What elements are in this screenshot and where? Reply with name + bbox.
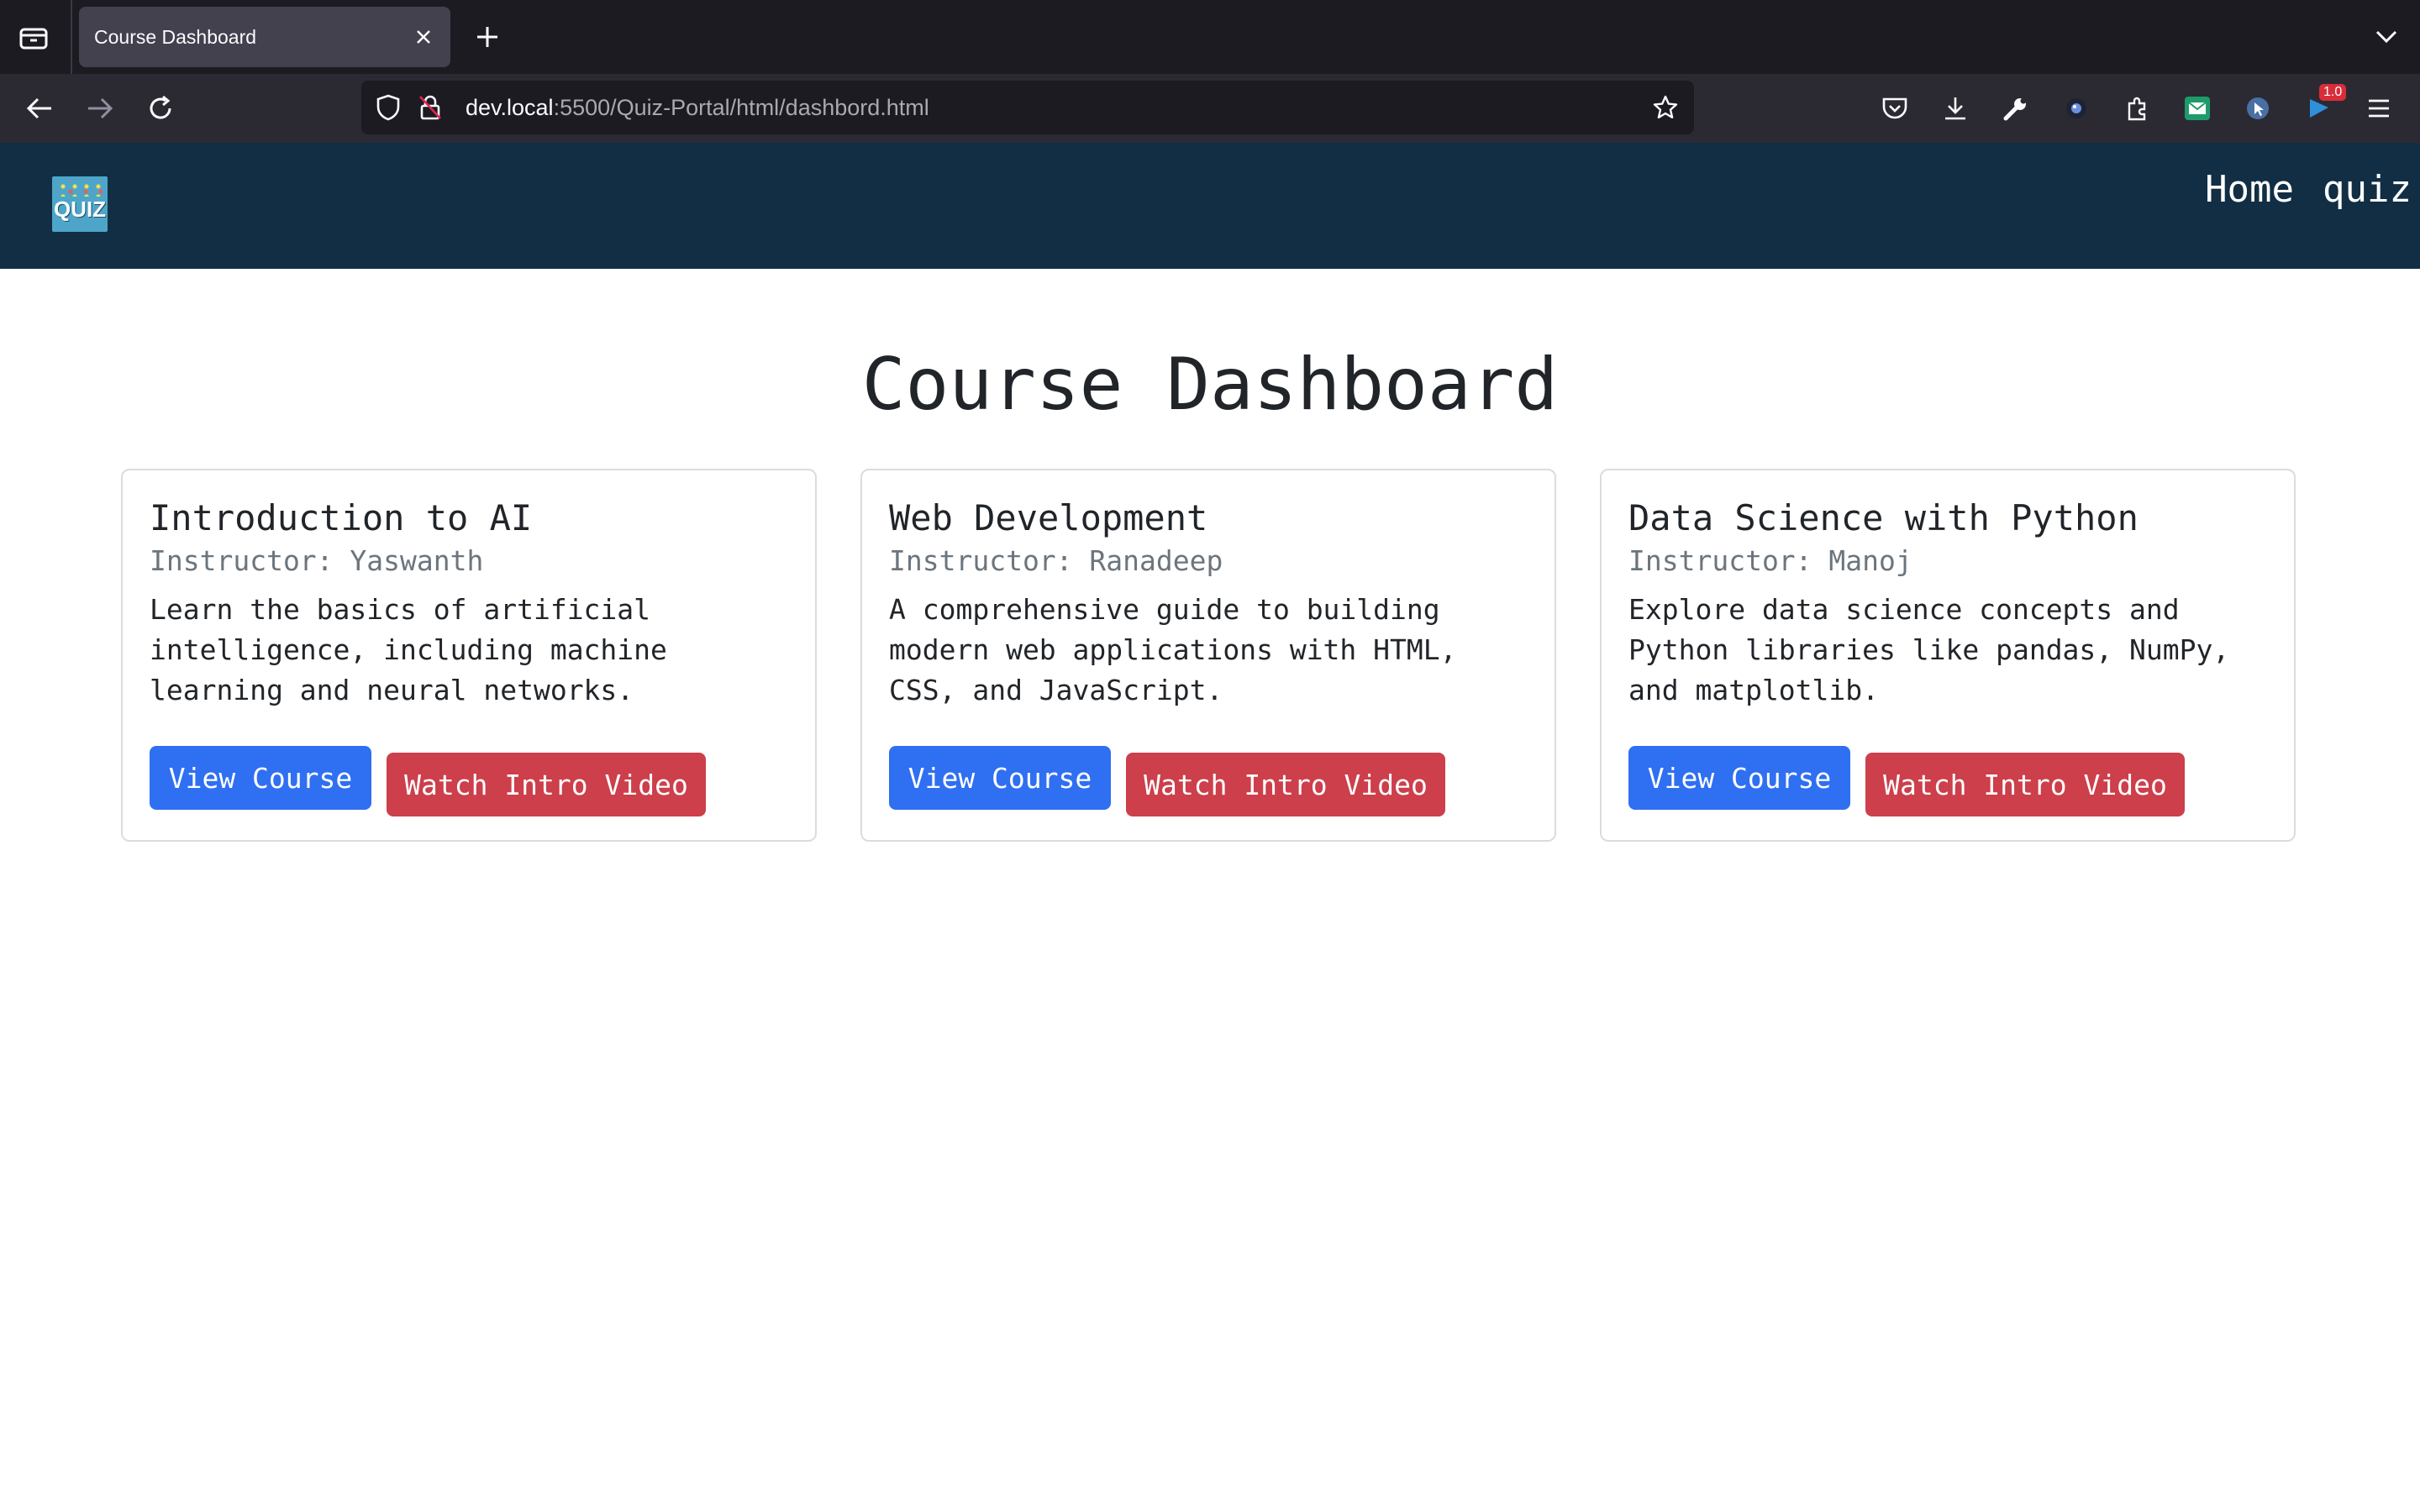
insecure-lock-icon[interactable] (415, 92, 445, 123)
logo-confetti (57, 181, 103, 197)
course-title: Data Science with Python (1628, 497, 2139, 538)
extension-puzzle-icon[interactable] (2118, 89, 2156, 128)
extension-orb-icon[interactable] (2057, 89, 2096, 128)
tab-list-icon[interactable] (17, 20, 50, 54)
active-tab[interactable]: Course Dashboard (79, 7, 450, 67)
course-card: Data Science with Python Instructor: Man… (1600, 469, 2296, 842)
mail-extension-icon[interactable] (2178, 89, 2217, 128)
tab-separator (71, 0, 72, 74)
download-icon[interactable] (1936, 89, 1975, 128)
url-path: :5500/Quiz-Portal/html/dashbord.html (553, 95, 929, 120)
flag-extension-icon[interactable]: 1.0 (2299, 84, 2347, 128)
course-instructor: Instructor: Ranadeep (889, 544, 1223, 577)
close-icon[interactable] (410, 24, 437, 50)
pocket-icon[interactable] (1876, 89, 1914, 128)
watch-intro-video-button[interactable]: Watch Intro Video (387, 753, 706, 816)
site-nav: Home quiz (2205, 168, 2412, 211)
nav-link-quiz[interactable]: quiz (2323, 168, 2412, 211)
quiz-logo[interactable]: QUIZ (52, 176, 108, 232)
view-course-button[interactable]: View Course (1628, 746, 1850, 810)
course-title: Introduction to AI (150, 497, 533, 538)
star-icon[interactable] (1650, 92, 1681, 123)
back-arrow-icon[interactable] (20, 89, 59, 128)
cursor-extension-icon[interactable] (2238, 89, 2277, 128)
course-description: Learn the basics of artificial intellige… (150, 593, 667, 706)
page-title: Course Dashboard (861, 343, 1559, 427)
wrench-icon[interactable] (1996, 89, 2035, 128)
browser-nav-bar: dev.local:5500/Quiz-Portal/html/dashbord… (0, 74, 2420, 143)
watch-intro-video-button[interactable]: Watch Intro Video (1865, 753, 2185, 816)
course-instructor: Instructor: Yaswanth (150, 544, 484, 577)
logo-text: QUIZ (53, 196, 107, 222)
url-text: dev.local:5500/Quiz-Portal/html/dashbord… (466, 81, 929, 134)
url-bar[interactable]: dev.local:5500/Quiz-Portal/html/dashbord… (361, 81, 1694, 134)
course-title: Web Development (889, 497, 1208, 538)
course-card: Introduction to AI Instructor: Yaswanth … (121, 469, 817, 842)
url-host: dev.local (466, 95, 554, 120)
watch-intro-video-button[interactable]: Watch Intro Video (1126, 753, 1445, 816)
forward-arrow-icon[interactable] (81, 89, 119, 128)
shield-icon[interactable] (373, 92, 403, 123)
nav-link-home[interactable]: Home (2205, 168, 2294, 211)
course-instructor: Instructor: Manoj (1628, 544, 1912, 577)
tab-title: Course Dashboard (94, 26, 257, 48)
reload-icon[interactable] (141, 89, 180, 128)
course-description: Explore data science concepts and Python… (1628, 593, 2230, 706)
view-course-button[interactable]: View Course (889, 746, 1111, 810)
menu-icon[interactable] (2360, 89, 2398, 128)
course-card: Web Development Instructor: Ranadeep A c… (860, 469, 1556, 842)
course-description: A comprehensive guide to building modern… (889, 593, 1457, 706)
chevron-down-icon[interactable] (2370, 20, 2403, 54)
site-header: QUIZ Home quiz (0, 143, 2420, 269)
browser-tab-bar: Course Dashboard (0, 0, 2420, 74)
plus-icon[interactable] (471, 20, 504, 54)
view-course-button[interactable]: View Course (150, 746, 371, 810)
extension-badge: 1.0 (2319, 84, 2347, 101)
